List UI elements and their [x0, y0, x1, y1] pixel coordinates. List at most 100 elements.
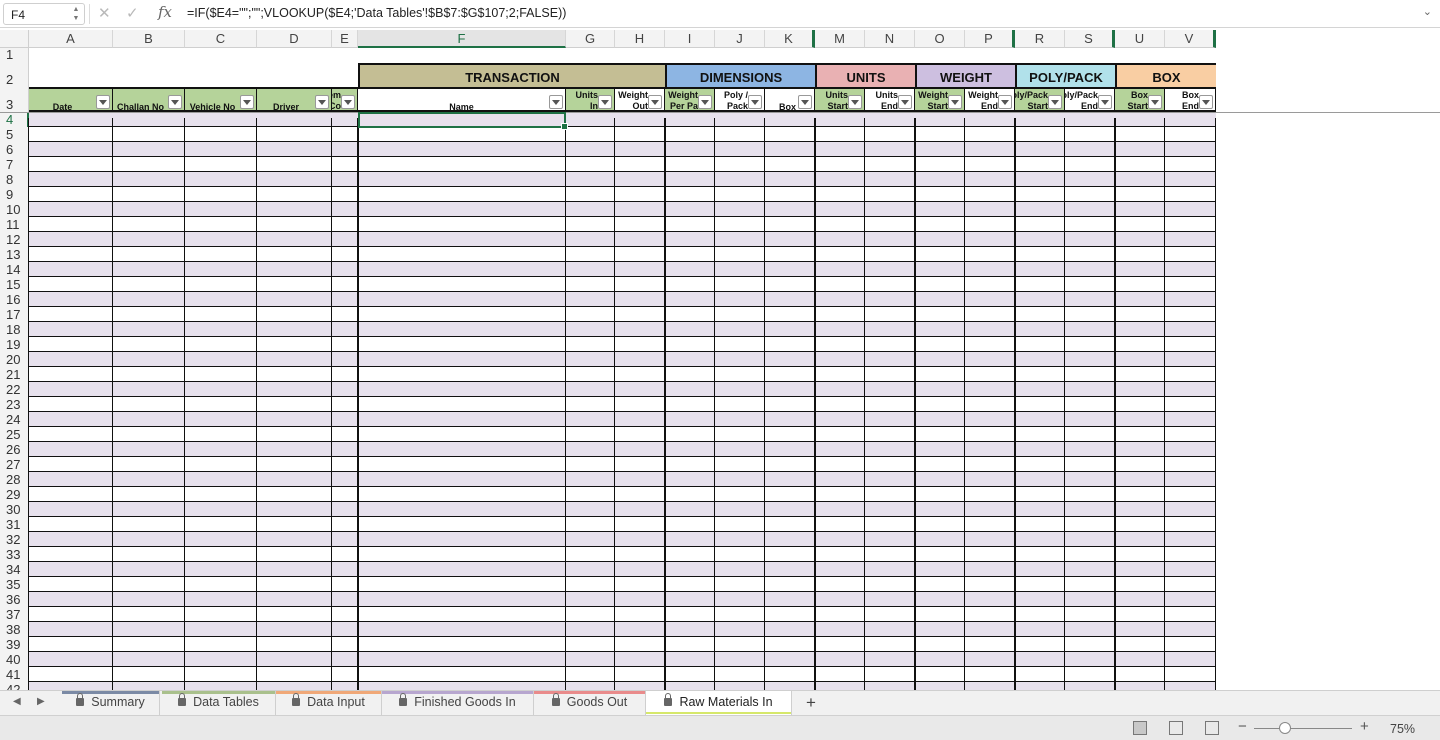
row-header-26[interactable]: 26 [0, 442, 29, 457]
column-header-k[interactable]: K [765, 30, 815, 48]
zoom-out-button[interactable]: − [1238, 718, 1247, 735]
table-row[interactable] [29, 487, 1216, 502]
row-header-37[interactable]: 37 [0, 607, 29, 622]
row-header-19[interactable]: 19 [0, 337, 29, 352]
row-header-21[interactable]: 21 [0, 367, 29, 382]
page-layout-view-icon[interactable] [1169, 721, 1183, 735]
row-header-9[interactable]: 9 [0, 187, 29, 202]
table-row[interactable] [29, 667, 1216, 682]
table-row[interactable] [29, 307, 1216, 322]
table-row[interactable] [29, 262, 1216, 277]
table-row[interactable] [29, 592, 1216, 607]
column-header-r[interactable]: R [1015, 30, 1065, 48]
zoom-slider-thumb[interactable] [1279, 722, 1292, 734]
table-row[interactable] [29, 412, 1216, 427]
row-header-24[interactable]: 24 [0, 412, 29, 427]
name-box-stepper-icon[interactable]: ▲ ▼ [72, 5, 80, 23]
table-row[interactable] [29, 502, 1216, 517]
table-row[interactable] [29, 322, 1216, 337]
row-header-14[interactable]: 14 [0, 262, 29, 277]
table-row[interactable] [29, 472, 1216, 487]
row-header-32[interactable]: 32 [0, 532, 29, 547]
table-row[interactable] [29, 622, 1216, 637]
column-header-s[interactable]: S [1065, 30, 1115, 48]
filter-dropdown-icon[interactable] [648, 95, 662, 109]
column-filter-header[interactable]: Weight Out [615, 87, 665, 112]
sheet-tab[interactable]: Raw Materials In [646, 691, 792, 715]
table-row[interactable] [29, 457, 1216, 472]
filter-dropdown-icon[interactable] [168, 95, 182, 109]
filter-dropdown-icon[interactable] [96, 95, 110, 109]
column-header-d[interactable]: D [257, 30, 332, 48]
row-header-20[interactable]: 20 [0, 352, 29, 367]
filter-dropdown-icon[interactable] [315, 95, 329, 109]
row-header-15[interactable]: 15 [0, 277, 29, 292]
add-sheet-button[interactable]: + [806, 693, 816, 713]
table-row[interactable] [29, 442, 1216, 457]
row-header-16[interactable]: 16 [0, 292, 29, 307]
table-row[interactable] [29, 232, 1216, 247]
row-header-8[interactable]: 8 [0, 172, 29, 187]
column-header-g[interactable]: G [566, 30, 615, 48]
row-header-34[interactable]: 34 [0, 562, 29, 577]
row-header-22[interactable]: 22 [0, 382, 29, 397]
table-row[interactable] [29, 112, 1216, 127]
zoom-level[interactable]: 75% [1390, 722, 1415, 736]
table-row[interactable] [29, 337, 1216, 352]
row-header-5[interactable]: 5 [0, 127, 29, 142]
table-row[interactable] [29, 142, 1216, 157]
row-header-31[interactable]: 31 [0, 517, 29, 532]
row-header-41[interactable]: 41 [0, 667, 29, 682]
prev-sheet-icon[interactable]: ◀ [13, 696, 21, 707]
table-row[interactable] [29, 652, 1216, 667]
table-row[interactable] [29, 532, 1216, 547]
row-header-10[interactable]: 10 [0, 202, 29, 217]
sheet-tab[interactable]: Goods Out [534, 691, 646, 715]
row-header-4[interactable]: 4 [0, 112, 29, 127]
row-header-13[interactable]: 13 [0, 247, 29, 262]
filter-dropdown-icon[interactable] [1098, 95, 1112, 109]
column-header-f[interactable]: F [358, 30, 566, 48]
table-row[interactable] [29, 367, 1216, 382]
row-header-39[interactable]: 39 [0, 637, 29, 652]
table-row[interactable] [29, 382, 1216, 397]
filter-dropdown-icon[interactable] [948, 95, 962, 109]
table-row[interactable] [29, 292, 1216, 307]
row-header-12[interactable]: 12 [0, 232, 29, 247]
column-filter-header[interactable]: Box Start [1115, 87, 1165, 112]
filter-dropdown-icon[interactable] [748, 95, 762, 109]
row-header-27[interactable]: 27 [0, 457, 29, 472]
row-header-18[interactable]: 18 [0, 322, 29, 337]
column-filter-header[interactable]: Vehicle No [185, 87, 257, 112]
name-box[interactable]: F4 ▲ ▼ [3, 3, 85, 25]
column-filter-header[interactable]: ItemCo [332, 87, 358, 112]
filter-dropdown-icon[interactable] [549, 95, 563, 109]
sheet-tab[interactable]: Data Tables [162, 691, 276, 715]
column-header-e[interactable]: E [332, 30, 358, 48]
column-filter-header[interactable]: Units End [865, 87, 915, 112]
row-header-33[interactable]: 33 [0, 547, 29, 562]
column-filter-header[interactable]: Date [29, 87, 113, 112]
check-icon[interactable]: ✓ [126, 4, 139, 22]
column-filter-header[interactable]: Weight End [965, 87, 1015, 112]
filter-dropdown-icon[interactable] [798, 95, 812, 109]
row-header-42[interactable]: 42 [0, 682, 29, 690]
column-header-m[interactable]: M [815, 30, 865, 48]
row-header-11[interactable]: 11 [0, 217, 29, 232]
filter-dropdown-icon[interactable] [1199, 95, 1213, 109]
column-filter-header[interactable]: Name [358, 87, 566, 112]
row-header-17[interactable]: 17 [0, 307, 29, 322]
formula-input[interactable]: =IF($E4="";"";VLOOKUP($E4;'Data Tables'!… [187, 6, 566, 20]
row-header-30[interactable]: 30 [0, 502, 29, 517]
table-row[interactable] [29, 637, 1216, 652]
table-row[interactable] [29, 127, 1216, 142]
column-header-v[interactable]: V [1165, 30, 1216, 48]
column-filter-header[interactable]: Challan No [113, 87, 185, 112]
chevron-down-icon[interactable]: ⌄ [1423, 5, 1432, 18]
column-filter-header[interactable]: Units Start [815, 87, 865, 112]
column-filter-header[interactable]: Poly / Pack [715, 87, 765, 112]
row-header-25[interactable]: 25 [0, 427, 29, 442]
zoom-in-button[interactable]: + [1360, 718, 1369, 735]
column-header-i[interactable]: I [665, 30, 715, 48]
column-header-a[interactable]: A [29, 30, 113, 48]
